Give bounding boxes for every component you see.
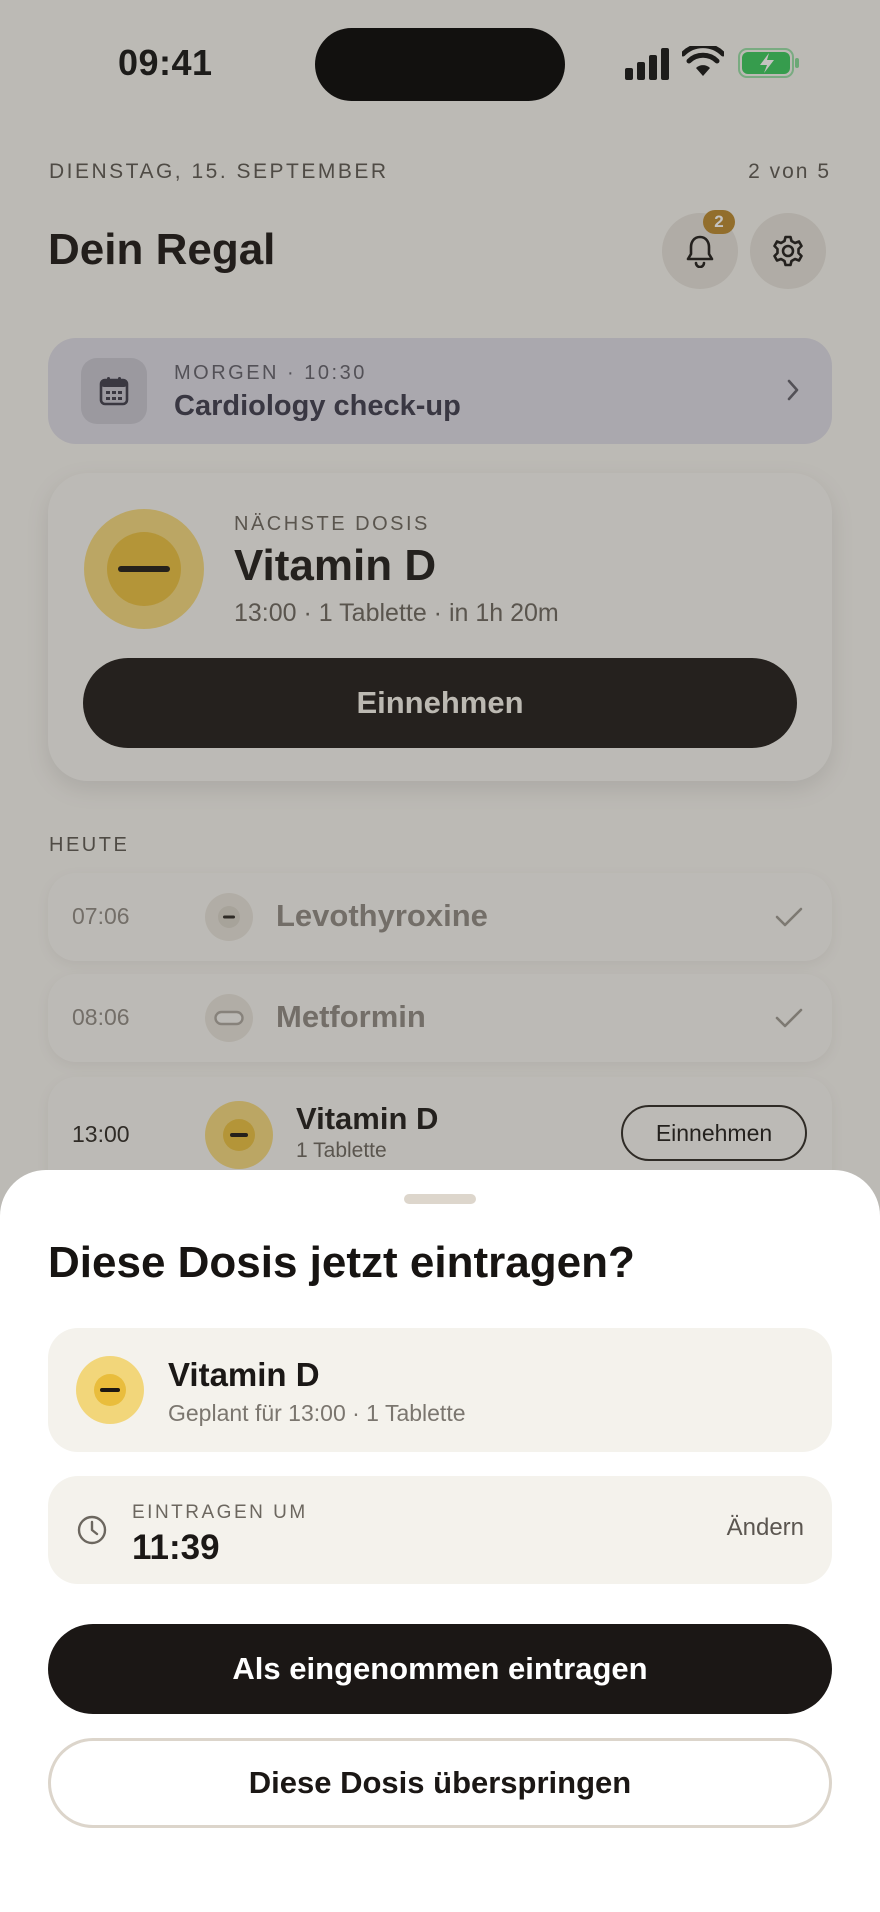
sheet-title: Diese Dosis jetzt eintragen? [48, 1238, 635, 1287]
sheet-grabber[interactable] [404, 1194, 476, 1204]
change-time-button[interactable]: Ändern [727, 1514, 804, 1542]
skip-dose-button[interactable]: Diese Dosis überspringen [48, 1738, 832, 1828]
log-time-value: 11:39 [132, 1528, 220, 1567]
medication-card: Vitamin D Geplant für 13:00 · 1 Tablette [48, 1328, 832, 1452]
log-time-label: EINTRAGEN UM [132, 1502, 308, 1523]
medication-name: Vitamin D [168, 1356, 320, 1393]
medication-schedule: Geplant für 13:00 · 1 Tablette [168, 1400, 466, 1426]
tablet-icon [76, 1356, 144, 1424]
clock-icon [77, 1515, 107, 1545]
mark-taken-button[interactable]: Als eingenommen eintragen [48, 1624, 832, 1714]
log-time-card: EINTRAGEN UM 11:39 Ändern [48, 1476, 832, 1584]
log-dose-sheet: Diese Dosis jetzt eintragen? Vitamin D G… [0, 1170, 880, 1912]
